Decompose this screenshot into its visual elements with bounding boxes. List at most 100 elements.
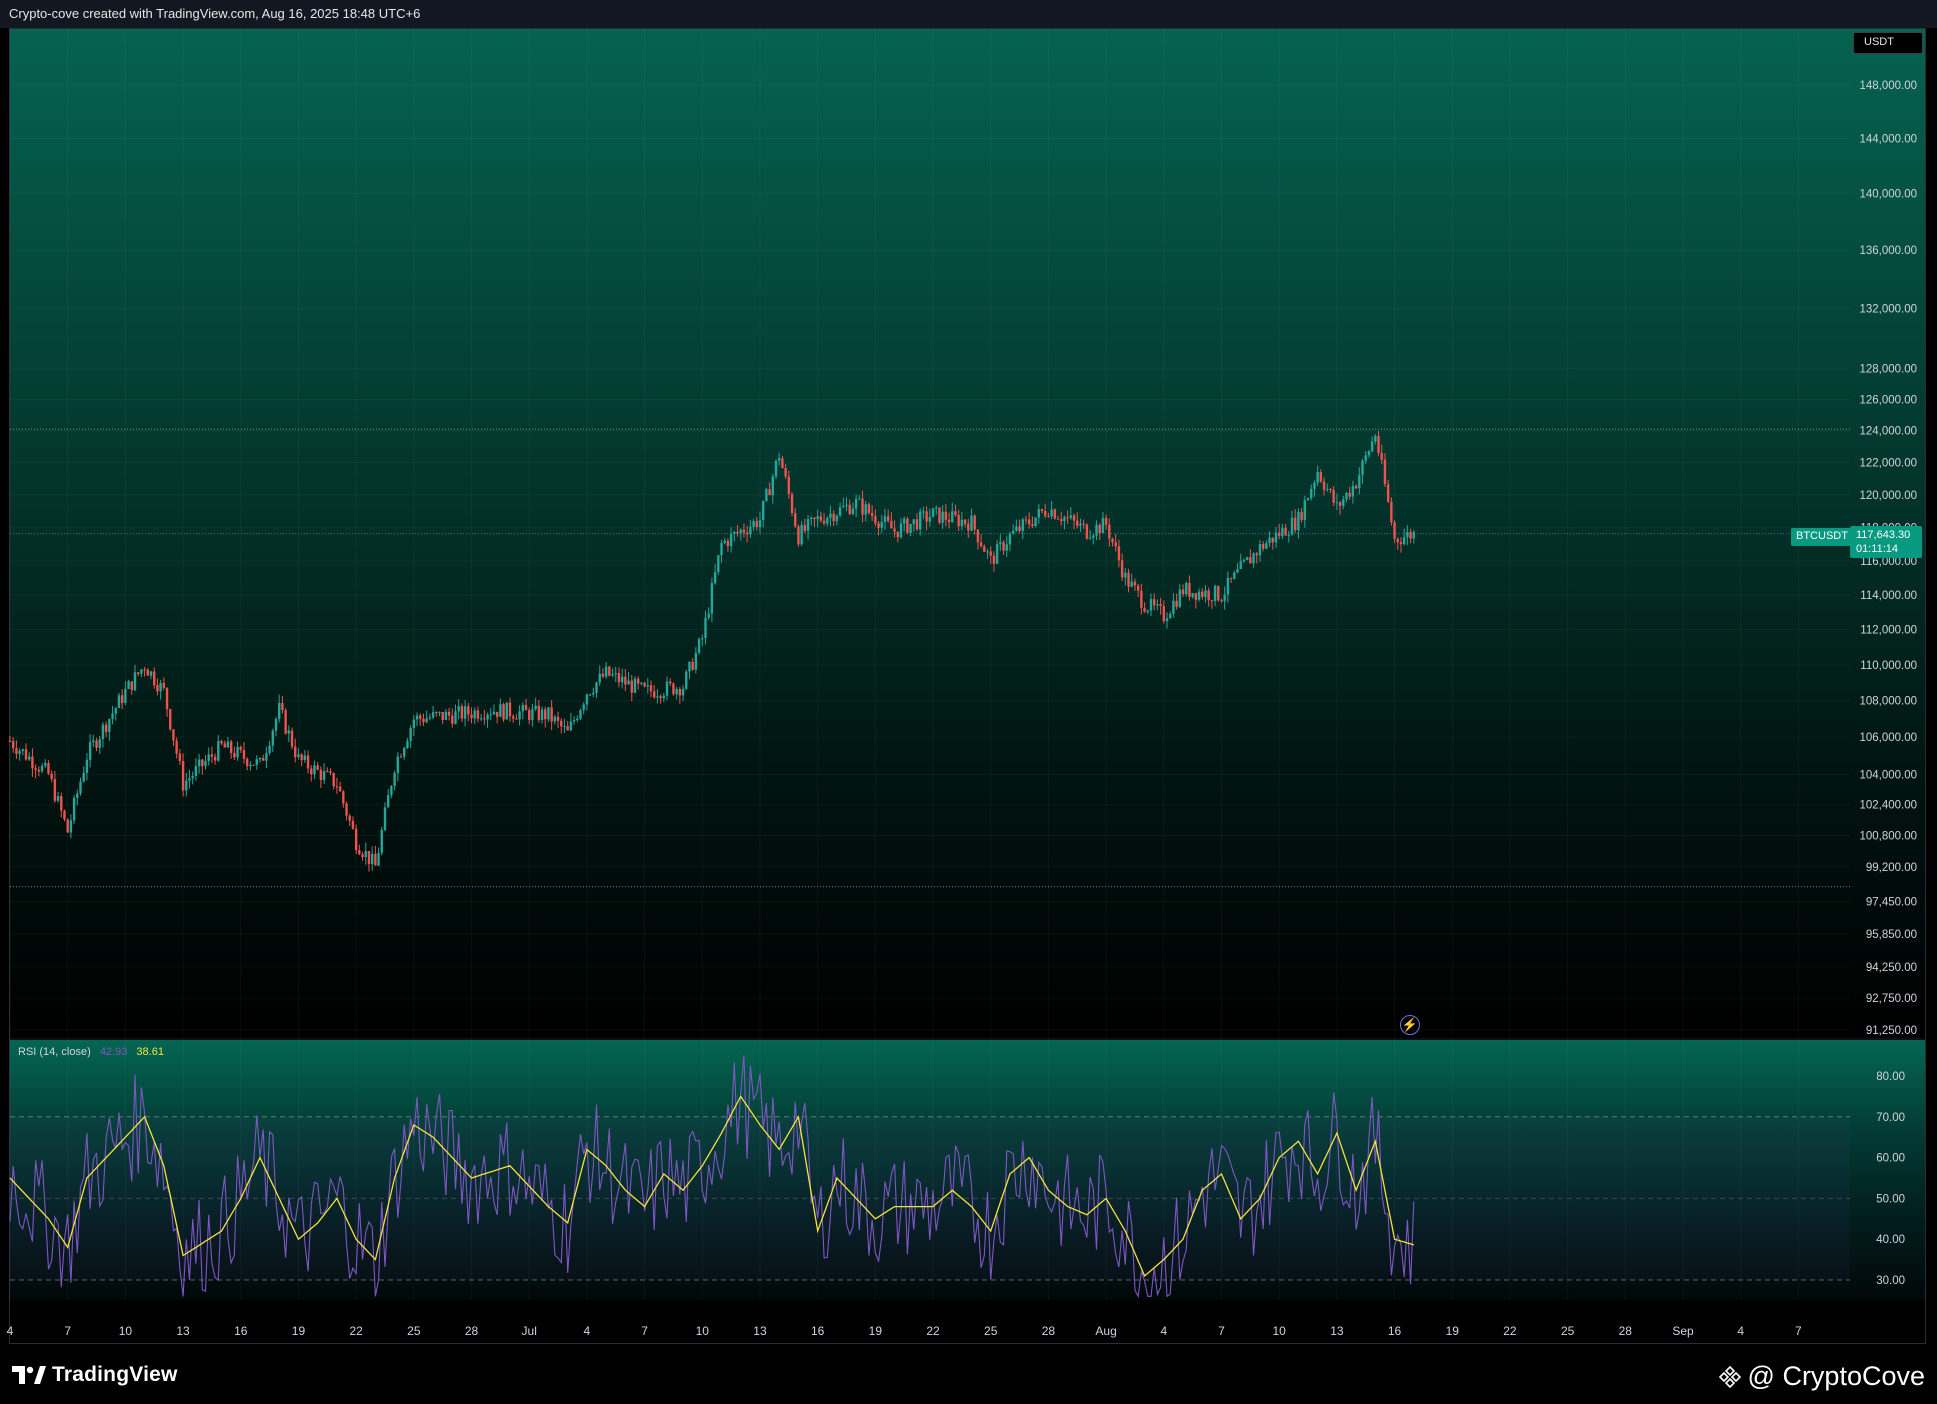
candle-body [124, 688, 127, 704]
candle-body [1367, 451, 1371, 456]
candle-body [1277, 532, 1281, 536]
candle-body [1396, 538, 1399, 543]
candle-body [534, 705, 537, 710]
candle-body [633, 678, 637, 693]
candle-body [495, 711, 499, 717]
candle-body [874, 515, 877, 524]
candle-body [338, 786, 342, 792]
candle-body [979, 542, 983, 547]
candle-body [771, 476, 774, 496]
candle-body [444, 711, 448, 720]
candle-body [1390, 501, 1393, 523]
candle-body [563, 726, 566, 728]
candle-body [1104, 517, 1108, 525]
candle-body [66, 819, 69, 833]
candle-body [925, 511, 928, 522]
candle-body [1120, 560, 1124, 578]
time-label: 19 [292, 1324, 306, 1338]
price-label: 92,750.00 [1866, 993, 1917, 1005]
candle-body [181, 761, 185, 791]
candle-body [518, 711, 521, 720]
candle-body [736, 532, 739, 534]
candle-body [249, 764, 252, 767]
candle-body [351, 820, 355, 829]
time-label: 7 [64, 1324, 71, 1338]
candle-body [560, 720, 563, 727]
candle-body [598, 673, 601, 683]
candle-body [755, 521, 758, 528]
candle-body [928, 517, 932, 522]
candle-body [1281, 527, 1284, 536]
candle-body [342, 791, 345, 804]
candle-body [1239, 561, 1242, 569]
candle-body [1342, 499, 1345, 506]
candle-body [415, 715, 419, 720]
candle-body [1018, 526, 1021, 531]
time-label: 10 [119, 1324, 133, 1338]
candle-body [524, 704, 528, 711]
candle-body [729, 533, 733, 547]
candle-body [319, 769, 323, 780]
candle-body [1031, 524, 1034, 526]
candle-body [810, 517, 813, 520]
tradingview-logo[interactable]: TradingView [12, 1363, 178, 1387]
candle-body [156, 685, 159, 692]
candle-body [233, 753, 236, 758]
candle-body [377, 852, 380, 866]
rsi-axis-label: 80.00 [1876, 1071, 1905, 1083]
candle-body [457, 706, 460, 712]
rsi-title: RSI (14, close) [18, 1046, 91, 1058]
candle-body [406, 740, 409, 749]
candle-body [819, 516, 823, 521]
candle-body [194, 766, 198, 776]
candle-body [1245, 557, 1249, 560]
time-label: 25 [1561, 1324, 1575, 1338]
candle-body [1076, 520, 1079, 526]
candle-body [656, 696, 659, 698]
candle-body [50, 773, 53, 780]
candle-body [1249, 557, 1252, 564]
candle-body [617, 673, 621, 683]
rsi-legend[interactable]: RSI (14, close) 42.93 38.61 [18, 1046, 170, 1058]
currency-selector[interactable]: USDT [1853, 32, 1923, 54]
candle-body [838, 507, 842, 516]
grid-lines [9, 28, 1850, 1300]
price-label: 108,000.00 [1859, 696, 1917, 708]
candle-body [829, 513, 832, 518]
candle-body [1140, 590, 1143, 608]
author-handle: @ CryptoCove [1747, 1361, 1925, 1391]
candle-body [44, 763, 47, 766]
candle-body [345, 803, 348, 816]
candle-body [1191, 593, 1194, 597]
footer [0, 1344, 1937, 1404]
candle-body [1124, 572, 1127, 578]
price-label: 102,400.00 [1859, 800, 1917, 812]
candle-body [169, 709, 172, 730]
candle-body [723, 540, 726, 543]
candle-body [550, 707, 553, 722]
price-label: 114,000.00 [1860, 590, 1917, 602]
time-label: 13 [1330, 1324, 1344, 1338]
lightning-icon[interactable]: ⚡ [1400, 1015, 1420, 1035]
candle-body [60, 796, 63, 811]
candle-body [98, 739, 101, 748]
candle-body [1406, 532, 1409, 538]
candle-body [374, 853, 377, 866]
candle-body [701, 638, 704, 640]
candle-body [117, 695, 121, 709]
candle-body [880, 521, 883, 528]
candle-body [1287, 534, 1290, 536]
candle-body [130, 681, 133, 691]
time-label: Jul [522, 1324, 537, 1338]
candle-body [335, 786, 339, 788]
candle-body [271, 730, 275, 746]
candle-body [310, 768, 313, 775]
candle-body [681, 688, 685, 696]
candle-body [774, 460, 778, 477]
time-label: 22 [349, 1324, 363, 1338]
price-label: 144,000.00 [1859, 134, 1917, 146]
price-label: 120,000.00 [1859, 490, 1917, 502]
candle-body [1284, 527, 1287, 536]
candle-body [207, 754, 210, 761]
candle-body [806, 519, 810, 531]
